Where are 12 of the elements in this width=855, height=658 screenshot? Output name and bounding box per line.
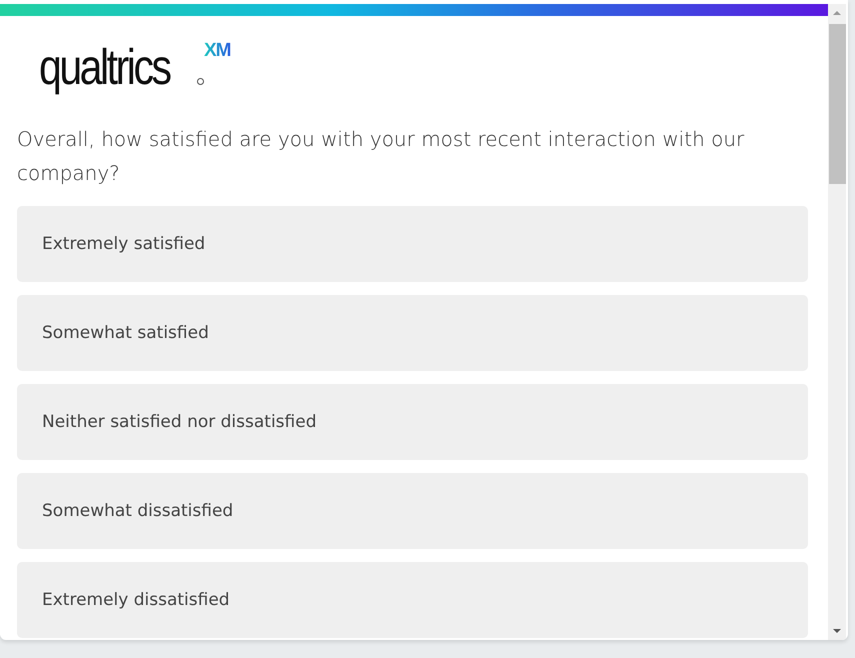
scroll-down-icon[interactable] [832,628,842,634]
answer-option[interactable]: Neither satisfied nor dissatisfied [17,384,808,460]
answer-option[interactable]: Extremely dissatisfied [17,562,808,638]
scrollbar-thumb[interactable] [828,24,846,184]
scroll-up-icon[interactable] [832,10,842,16]
question-text: Overall, how satisfied are you with your most recent interaction with our company? [17,126,746,187]
logo-wordmark: qualtrics [39,40,170,94]
registered-icon [197,78,204,85]
answer-option[interactable]: Extremely satisfied [17,206,808,282]
answer-option[interactable]: Somewhat dissatisfied [17,473,808,549]
answer-option[interactable]: Somewhat satisfied [17,295,808,371]
scrollbar[interactable] [828,4,846,640]
